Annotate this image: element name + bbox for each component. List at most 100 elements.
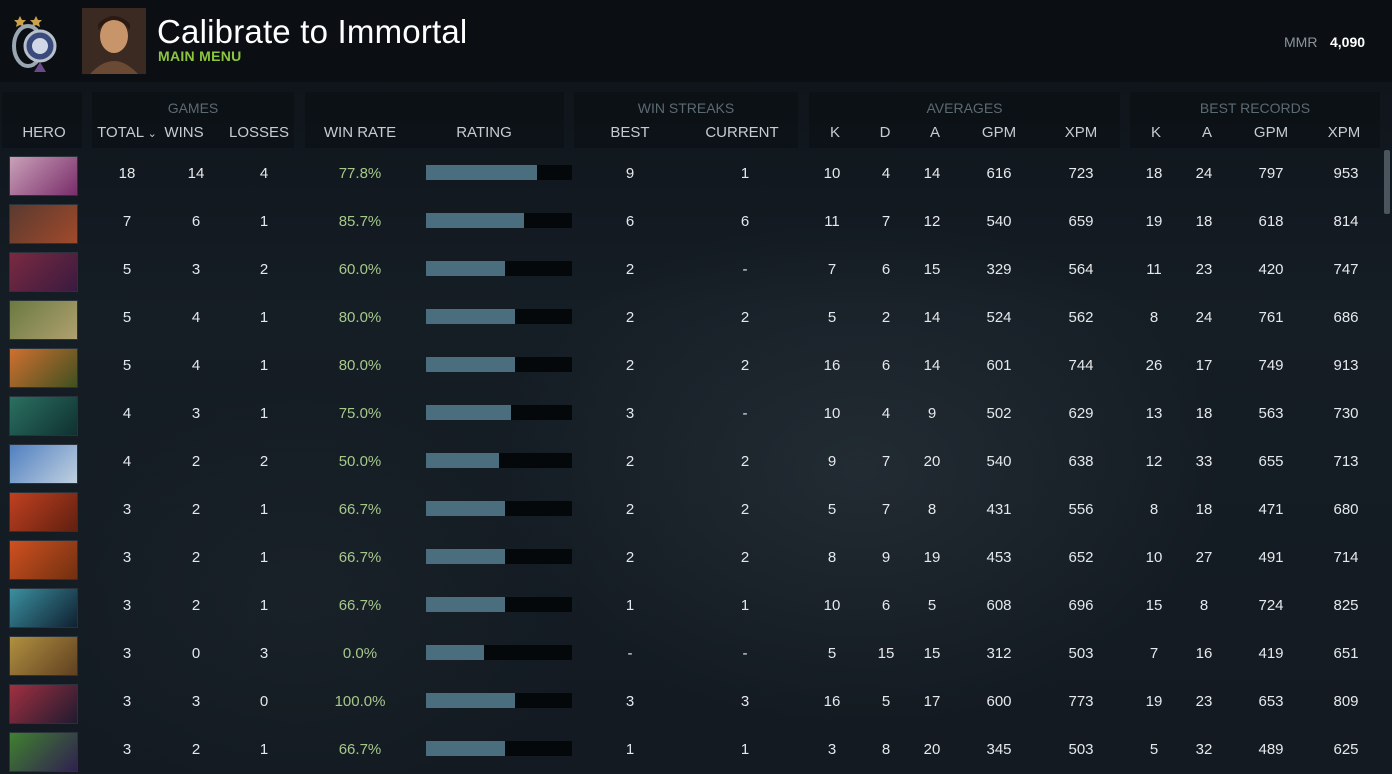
table-row[interactable]: 3 2 1 66.7% 2 2 8 9 19 453 652 10 27 491 714 xyxy=(0,534,1380,582)
undead-hero-portrait[interactable] xyxy=(9,300,78,340)
table-row[interactable]: 3 2 1 66.7% 1 1 10 6 5 608 696 15 8 724 825 xyxy=(0,582,1380,630)
avg-xpm-cell: 503 xyxy=(1068,645,1094,662)
best-kills-cell: 26 xyxy=(1145,357,1163,374)
column-header-avg-assists[interactable]: A xyxy=(920,124,950,141)
best-streak-cell: 1 xyxy=(625,741,635,758)
best-kills-cell: 10 xyxy=(1145,549,1163,566)
column-header-avg-deaths[interactable]: D xyxy=(870,124,900,141)
table-row[interactable]: 5 4 1 80.0% 2 2 5 2 14 524 562 8 24 761 686 xyxy=(0,294,1380,342)
scrollbar-thumb[interactable] xyxy=(1384,150,1390,214)
column-header-total-label: TOTAL xyxy=(97,124,144,141)
column-header-avg-gpm[interactable]: GPM xyxy=(976,124,1022,141)
column-header-best-streak[interactable]: BEST xyxy=(600,124,660,141)
ember-hero-portrait[interactable] xyxy=(9,492,78,532)
table-row[interactable]: 3 0 3 0.0% - - 5 15 15 312 503 7 16 419 651 xyxy=(0,630,1380,678)
column-header-best-kills[interactable]: K xyxy=(1141,124,1171,141)
avg-assists-cell: 20 xyxy=(923,453,941,470)
current-streak-cell: 2 xyxy=(740,357,750,374)
column-header-current-streak[interactable]: CURRENT xyxy=(700,124,784,141)
column-header-rating[interactable]: RATING xyxy=(440,124,528,141)
best-streak-cell: 2 xyxy=(625,309,635,326)
rating-bar-fill xyxy=(426,213,524,228)
avg-gpm-cell: 540 xyxy=(986,213,1012,230)
avg-deaths-cell: 4 xyxy=(881,405,891,422)
avg-deaths-cell: 5 xyxy=(881,693,891,710)
rating-bar-fill xyxy=(426,501,505,516)
table-row[interactable]: 3 2 1 66.7% 1 1 3 8 20 345 503 5 32 489 625 xyxy=(0,726,1380,774)
column-header-wins[interactable]: WINS xyxy=(160,124,208,141)
avg-xpm-cell: 564 xyxy=(1068,261,1094,278)
avg-assists-cell: 14 xyxy=(923,309,941,326)
avg-xpm-cell: 652 xyxy=(1068,549,1094,566)
table-row[interactable]: 7 6 1 85.7% 6 6 11 7 12 540 659 19 18 618 814 xyxy=(0,198,1380,246)
ogre-hero-portrait[interactable] xyxy=(9,636,78,676)
total-games-cell: 3 xyxy=(122,597,132,614)
mmr-value: 4,090 xyxy=(1330,34,1366,50)
avg-deaths-cell: 7 xyxy=(881,501,891,518)
losses-cell: 1 xyxy=(259,597,269,614)
wins-cell: 6 xyxy=(191,213,201,230)
avg-assists-cell: 14 xyxy=(923,165,941,182)
column-header-best-assists[interactable]: A xyxy=(1192,124,1222,141)
player-avatar[interactable] xyxy=(82,8,146,74)
phantom-hero-portrait[interactable] xyxy=(9,588,78,628)
table-row[interactable]: 4 3 1 75.0% 3 - 10 4 9 502 629 13 18 563 730 xyxy=(0,390,1380,438)
total-games-cell: 5 xyxy=(122,261,132,278)
spirit-hero-portrait[interactable] xyxy=(9,396,78,436)
table-row[interactable]: 18 14 4 77.8% 9 1 10 4 14 616 723 18 24 797 953 xyxy=(0,150,1380,198)
current-streak-cell: - xyxy=(742,645,748,662)
best-kills-cell: 19 xyxy=(1145,693,1163,710)
table-row[interactable]: 5 4 1 80.0% 2 2 16 6 14 601 744 26 17 749 913 xyxy=(0,342,1380,390)
best-xpm-cell: 809 xyxy=(1333,693,1359,710)
avg-assists-cell: 5 xyxy=(927,597,937,614)
total-games-cell: 3 xyxy=(122,693,132,710)
best-xpm-cell: 651 xyxy=(1333,645,1359,662)
column-header-best-gpm[interactable]: GPM xyxy=(1248,124,1294,141)
table-row[interactable]: 3 2 1 66.7% 2 2 5 7 8 431 556 8 18 471 680 xyxy=(0,486,1380,534)
best-assists-cell: 17 xyxy=(1195,357,1213,374)
best-streak-cell: 2 xyxy=(625,453,635,470)
avg-kills-cell: 16 xyxy=(823,693,841,710)
best-gpm-cell: 655 xyxy=(1258,453,1284,470)
column-header-losses[interactable]: LOSSES xyxy=(226,124,292,141)
column-header-hero[interactable]: HERO xyxy=(14,124,74,141)
avg-deaths-cell: 6 xyxy=(881,597,891,614)
avg-kills-cell: 8 xyxy=(827,549,837,566)
column-header-avg-kills[interactable]: K xyxy=(820,124,850,141)
invoker-portrait[interactable] xyxy=(9,156,78,196)
rating-bar xyxy=(426,549,572,564)
avg-assists-cell: 17 xyxy=(923,693,941,710)
fire-hero-portrait[interactable] xyxy=(9,348,78,388)
win-rate-cell: 66.7% xyxy=(338,597,382,614)
total-games-cell: 5 xyxy=(122,357,132,374)
venom-hero-portrait[interactable] xyxy=(9,732,78,772)
losses-cell: 1 xyxy=(259,213,269,230)
best-gpm-cell: 420 xyxy=(1258,261,1284,278)
best-assists-cell: 33 xyxy=(1195,453,1213,470)
main-menu-link[interactable]: MAIN MENU xyxy=(158,48,242,64)
table-row[interactable]: 4 2 2 50.0% 2 2 9 7 20 540 638 12 33 655 713 xyxy=(0,438,1380,486)
rating-bar xyxy=(426,453,572,468)
demon-hero-portrait[interactable] xyxy=(9,252,78,292)
table-row[interactable]: 5 3 2 60.0% 2 - 7 6 15 329 564 11 23 420 747 xyxy=(0,246,1380,294)
win-rate-cell: 85.7% xyxy=(338,213,382,230)
wins-cell: 14 xyxy=(187,165,205,182)
best-assists-cell: 24 xyxy=(1195,309,1213,326)
avg-gpm-cell: 524 xyxy=(986,309,1012,326)
best-streak-cell: 2 xyxy=(625,501,635,518)
current-streak-cell: 2 xyxy=(740,309,750,326)
blaze-hero-portrait[interactable] xyxy=(9,540,78,580)
rating-bar-fill xyxy=(426,357,515,372)
queen-hero-portrait[interactable] xyxy=(9,684,78,724)
losses-cell: 1 xyxy=(259,741,269,758)
column-header-win-rate[interactable]: WIN RATE xyxy=(320,124,400,141)
frost-hero-portrait[interactable] xyxy=(9,444,78,484)
monkey-hero-portrait[interactable] xyxy=(9,204,78,244)
table-row[interactable]: 3 3 0 100.0% 3 3 16 5 17 600 773 19 23 653 809 xyxy=(0,678,1380,726)
best-gpm-cell: 563 xyxy=(1258,405,1284,422)
column-header-best-xpm[interactable]: XPM xyxy=(1321,124,1367,141)
column-header-total[interactable]: TOTAL ⌄ xyxy=(96,124,158,141)
losses-cell: 1 xyxy=(259,309,269,326)
column-header-avg-xpm[interactable]: XPM xyxy=(1058,124,1104,141)
win-rate-cell: 80.0% xyxy=(338,357,382,374)
